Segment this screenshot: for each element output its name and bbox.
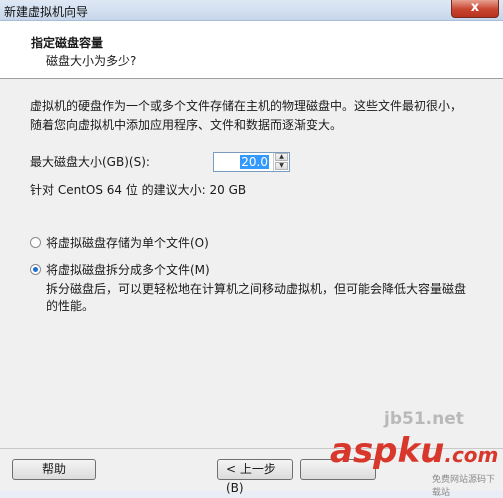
description-text: 虚拟机的硬盘作为一个或多个文件存储在主机的物理磁盘中。这些文件最初很小，随着您向…: [30, 99, 463, 132]
page-title: 指定磁盘容量: [31, 36, 104, 50]
radio-single-file[interactable]: 将虚拟磁盘存储为单个文件(O): [30, 234, 209, 251]
window-title: 新建虚拟机向导: [4, 5, 89, 19]
wizard-header: 指定磁盘容量 磁盘大小为多少?: [0, 21, 503, 79]
recommended-size-text: 针对 CentOS 64 位 的建议大小: 20 GB: [30, 183, 247, 197]
help-button[interactable]: 帮助: [12, 459, 96, 480]
watermark-tagline: 免费网站源码下载站: [432, 475, 496, 498]
watermark-tld: .com: [444, 443, 499, 467]
disk-size-value[interactable]: 20.0: [240, 155, 269, 169]
close-icon: x: [470, 0, 480, 15]
radio-multiple-files[interactable]: 将虚拟磁盘拆分成多个文件(M): [30, 261, 210, 278]
watermark-logo: aspku.com: [330, 434, 498, 472]
wizard-content: 虚拟机的硬盘作为一个或多个文件存储在主机的物理磁盘中。这些文件最初很小，随着您向…: [0, 79, 503, 448]
watermark-domain: jb51.net: [384, 409, 464, 429]
close-button[interactable]: x: [451, 0, 499, 18]
radio-single-file-label[interactable]: 将虚拟磁盘存储为单个文件(O): [46, 234, 209, 251]
page-subtitle: 磁盘大小为多少?: [46, 54, 137, 68]
spin-buttons: ▲ ▼: [273, 153, 289, 171]
back-button[interactable]: < 上一步(B): [217, 459, 293, 495]
disk-size-label: 最大磁盘大小(GB)(S):: [30, 155, 150, 169]
radio-multiple-files-circle[interactable]: [30, 264, 41, 275]
spin-down-icon[interactable]: ▼: [275, 162, 288, 170]
title-bar: 新建虚拟机向导 x: [0, 0, 503, 21]
radio-multiple-files-label[interactable]: 将虚拟磁盘拆分成多个文件(M): [46, 261, 210, 278]
watermark-brand: aspku: [330, 431, 445, 471]
spin-up-icon[interactable]: ▲: [275, 153, 288, 161]
radio-single-file-circle[interactable]: [30, 237, 41, 248]
disk-size-spinbox[interactable]: 20.0 ▲ ▼: [213, 152, 290, 172]
split-disk-note: 拆分磁盘后，可以更轻松地在计算机之间移动虚拟机，但可能会降低大容量磁盘的性能。: [46, 282, 467, 313]
